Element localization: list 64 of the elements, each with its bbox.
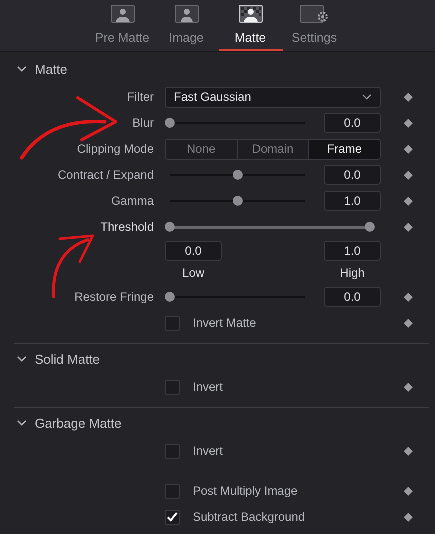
- value-field[interactable]: 0.0: [324, 165, 381, 185]
- keyframe-diamond-icon[interactable]: [404, 318, 412, 328]
- range-thumb[interactable]: [165, 222, 175, 232]
- parameter-label: Blur: [132, 116, 154, 130]
- keyframe-diamond-icon[interactable]: [404, 196, 412, 206]
- chevron-down-icon: [362, 94, 372, 100]
- checkbox-label: Invert Matte: [193, 316, 256, 330]
- chevron-icon[interactable]: [17, 66, 27, 72]
- panel-tab[interactable]: Matte: [218, 0, 282, 51]
- panel-tab[interactable]: Settings: [282, 0, 346, 51]
- field-caption: High: [339, 266, 366, 280]
- checkbox[interactable]: [165, 316, 180, 330]
- segment-button[interactable]: Domain: [236, 140, 308, 158]
- slider-thumb[interactable]: [165, 292, 175, 302]
- checkbox[interactable]: [165, 444, 180, 458]
- range-thumb[interactable]: [365, 222, 375, 232]
- panel-tab[interactable]: Pre Matte: [90, 0, 154, 51]
- value-field[interactable]: 1.0: [324, 241, 381, 261]
- panel-tab[interactable]: Image: [154, 0, 218, 51]
- slider-thumb[interactable]: [165, 118, 175, 128]
- section-title: Solid Matte: [35, 352, 100, 366]
- checkmark-icon: [167, 512, 178, 522]
- slider-thumb[interactable]: [232, 196, 242, 206]
- parameter-label: Gamma: [111, 194, 154, 208]
- keyframe-diamond-icon[interactable]: [404, 292, 412, 302]
- chevron-icon[interactable]: [17, 356, 27, 362]
- checkbox-label: Invert: [193, 444, 224, 458]
- value-field[interactable]: 0.0: [324, 287, 381, 307]
- range-track[interactable]: [165, 222, 375, 232]
- segment-button[interactable]: Frame: [308, 140, 380, 158]
- segment-button[interactable]: None: [166, 140, 237, 158]
- parameter-label: Clipping Mode: [77, 142, 154, 156]
- keyframe-diamond-icon[interactable]: [404, 170, 412, 180]
- keyframe-diamond-icon[interactable]: [404, 92, 412, 102]
- keyframe-diamond-icon[interactable]: [404, 382, 412, 392]
- value-field[interactable]: 1.0: [324, 191, 381, 211]
- checkbox-label: Invert: [193, 380, 224, 394]
- section-title: Matte: [35, 62, 68, 76]
- monitor-gear-icon: [300, 5, 330, 23]
- keyframe-diamond-icon[interactable]: [404, 222, 412, 232]
- checkbox[interactable]: [165, 380, 180, 394]
- monitor-person-icon: [110, 5, 134, 23]
- checkbox[interactable]: [165, 484, 180, 498]
- checkbox-label: Subtract Background: [193, 510, 306, 524]
- value-field[interactable]: 0.0: [165, 241, 222, 261]
- keyframe-diamond-icon[interactable]: [404, 144, 412, 154]
- checkbox-label: Post Multiply Image: [193, 484, 298, 498]
- field-caption: Low: [181, 266, 206, 280]
- checkbox[interactable]: [165, 510, 180, 524]
- parameter-label: Contract / Expand: [58, 168, 154, 182]
- keyframe-diamond-icon[interactable]: [404, 118, 412, 128]
- chevron-icon[interactable]: [17, 420, 27, 426]
- checkered-person-icon: [238, 5, 262, 23]
- section-title: Garbage Matte: [35, 416, 122, 430]
- slider-thumb[interactable]: [232, 170, 242, 180]
- keyframe-diamond-icon[interactable]: [404, 486, 412, 496]
- value-field[interactable]: 0.0: [324, 113, 381, 133]
- person-icon: [174, 5, 198, 23]
- keyframe-diamond-icon[interactable]: [404, 446, 412, 456]
- parameter-label: Threshold: [100, 220, 154, 234]
- keyframe-diamond-icon[interactable]: [404, 512, 412, 522]
- parameter-label: Filter: [127, 90, 154, 104]
- filter-dropdown[interactable]: Fast Gaussian: [165, 86, 381, 108]
- parameter-label: Restore Fringe: [74, 290, 154, 304]
